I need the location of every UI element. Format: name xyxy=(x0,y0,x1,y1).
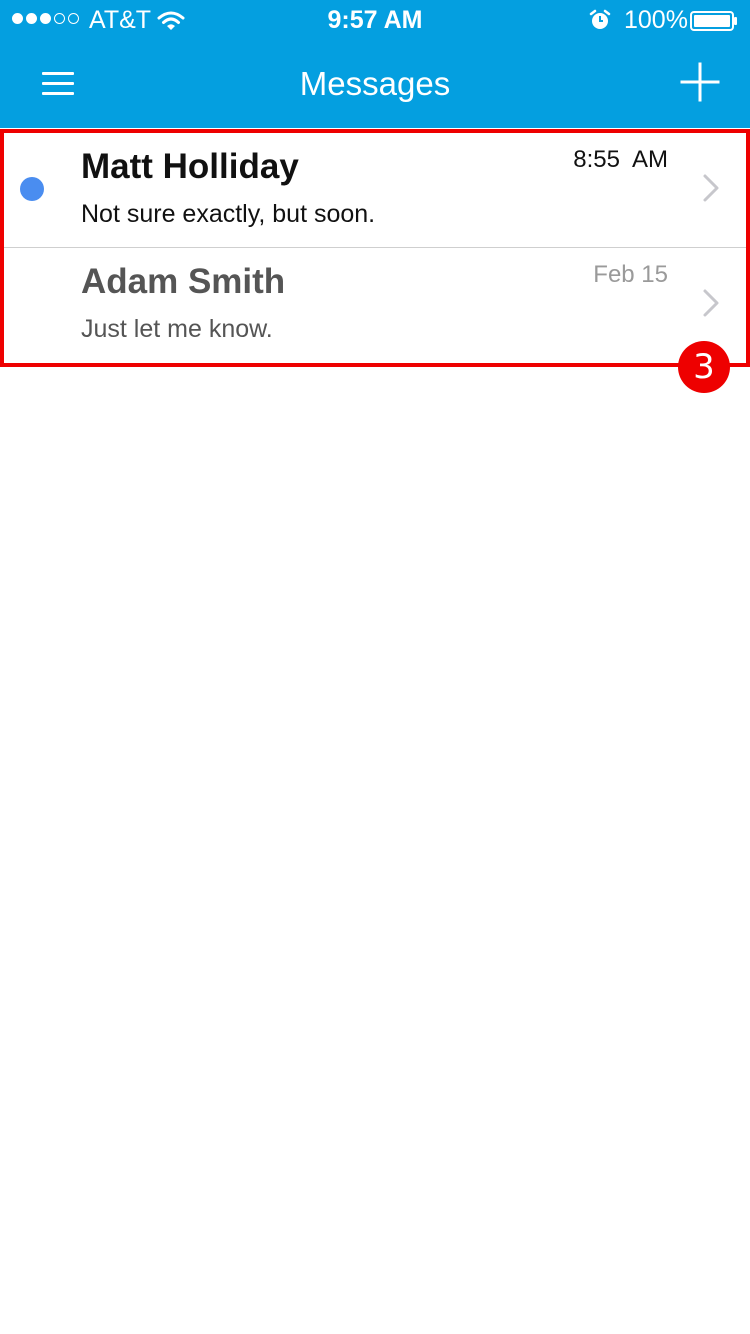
messages-screen: AT&T 9:57 AM 100% Messages Matt Holliday… xyxy=(0,0,750,1334)
sender-name: Adam Smith xyxy=(81,262,286,301)
message-time: Feb 15 xyxy=(593,261,668,288)
nav-bar: Messages xyxy=(0,40,750,128)
message-row[interactable]: Adam Smith Feb 15 Just let me know. xyxy=(4,248,746,363)
page-title: Messages xyxy=(299,65,451,102)
message-time: 8:55 AM xyxy=(573,146,668,173)
annotation-badge: 3 xyxy=(678,341,730,393)
message-preview: Not sure exactly, but soon. xyxy=(81,200,376,228)
battery-icon xyxy=(690,11,737,31)
alarm-icon xyxy=(589,9,611,29)
unread-indicator xyxy=(20,177,44,201)
message-preview: Just let me know. xyxy=(81,315,273,343)
battery-percent: 100% xyxy=(624,6,688,34)
message-list: Matt Holliday 8:55 AM Not sure exactly, … xyxy=(0,129,750,367)
plus-icon[interactable] xyxy=(678,60,722,104)
sender-name: Matt Holliday xyxy=(81,147,299,186)
status-bar: AT&T 9:57 AM 100% xyxy=(0,0,750,40)
chevron-right-icon xyxy=(703,174,719,202)
chevron-right-icon xyxy=(703,289,719,317)
message-row[interactable]: Matt Holliday 8:55 AM Not sure exactly, … xyxy=(4,133,746,248)
